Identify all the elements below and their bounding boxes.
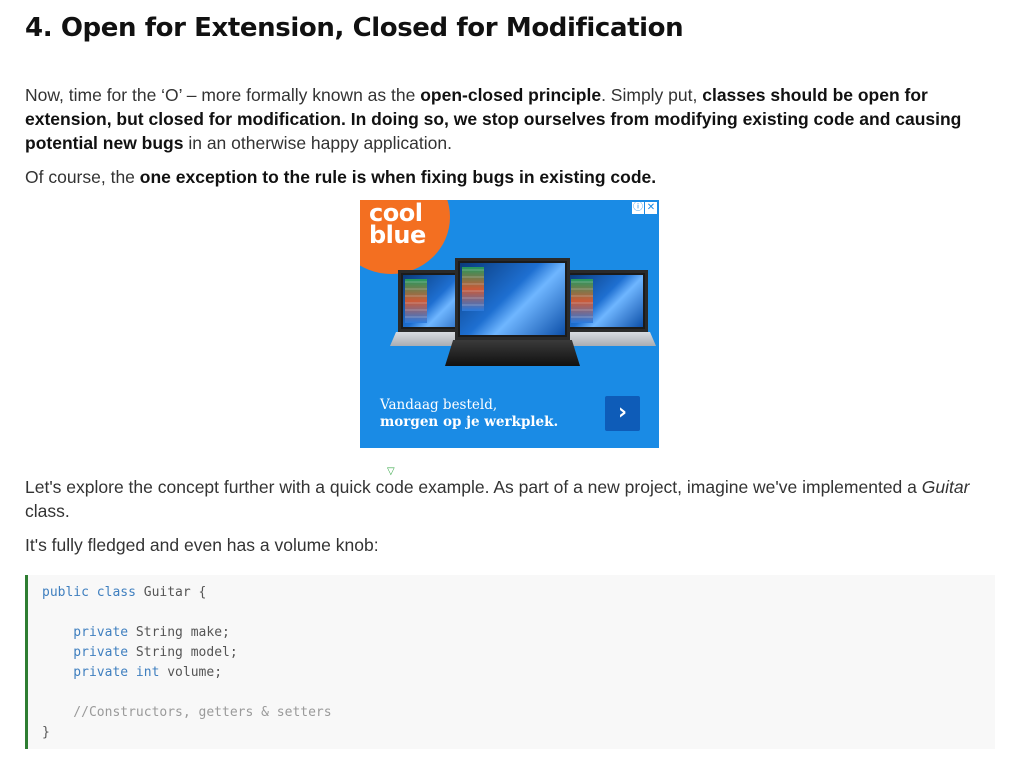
brand-logo: cool blue [369,201,426,249]
code-comment: //Constructors, getters & setters [42,705,332,720]
laptop-image-center [445,258,580,368]
ad-choices[interactable]: ⓘ ✕ [632,202,657,214]
code-line: public class Guitar { [42,585,207,600]
code-content: public class Guitar { private String mak… [42,583,332,743]
code-line: private String model; [42,645,238,660]
text: in an otherwise happy application. [183,133,452,153]
tagline-line: morgen op je werkplek. [380,414,559,430]
code-line: } [42,725,50,740]
paragraph-volume: It's fully fledged and even has a volume… [25,535,379,555]
bold-text: open-closed principle [420,85,602,105]
bold-text: one exception to the rule is when fixing… [139,167,657,187]
info-icon[interactable]: ⓘ [632,202,644,214]
code-block[interactable]: public class Guitar { private String mak… [25,575,995,749]
ad-next-button[interactable]: › [605,396,640,431]
section-heading: 4. Open for Extension, Closed for Modifi… [25,13,684,43]
paragraph-example: Let's explore the concept further with a… [25,475,993,523]
tagline-line: Vandaag besteld, [380,397,498,413]
italic-text: Guitar [921,477,970,497]
paragraph-exception: Of course, the one exception to the rule… [25,165,993,189]
advertisement-banner[interactable]: cool blue ⓘ ✕ Vandaag besteld, morgen op… [360,200,659,448]
text: Of course, the [25,167,140,187]
ad-tagline: Vandaag besteld, morgen op je werkplek. [380,397,558,431]
code-line: private String make; [42,625,230,640]
text: Now, time for the ‘O’ – more formally kn… [25,85,421,105]
code-line: private int volume; [42,665,223,680]
close-icon[interactable]: ✕ [645,202,657,214]
text: Let's explore the concept further with a… [25,477,922,497]
logo-line: blue [369,221,426,249]
text: class. [25,501,70,521]
text: . Simply put, [601,85,703,105]
paragraph-intro: Now, time for the ‘O’ – more formally kn… [25,83,993,155]
